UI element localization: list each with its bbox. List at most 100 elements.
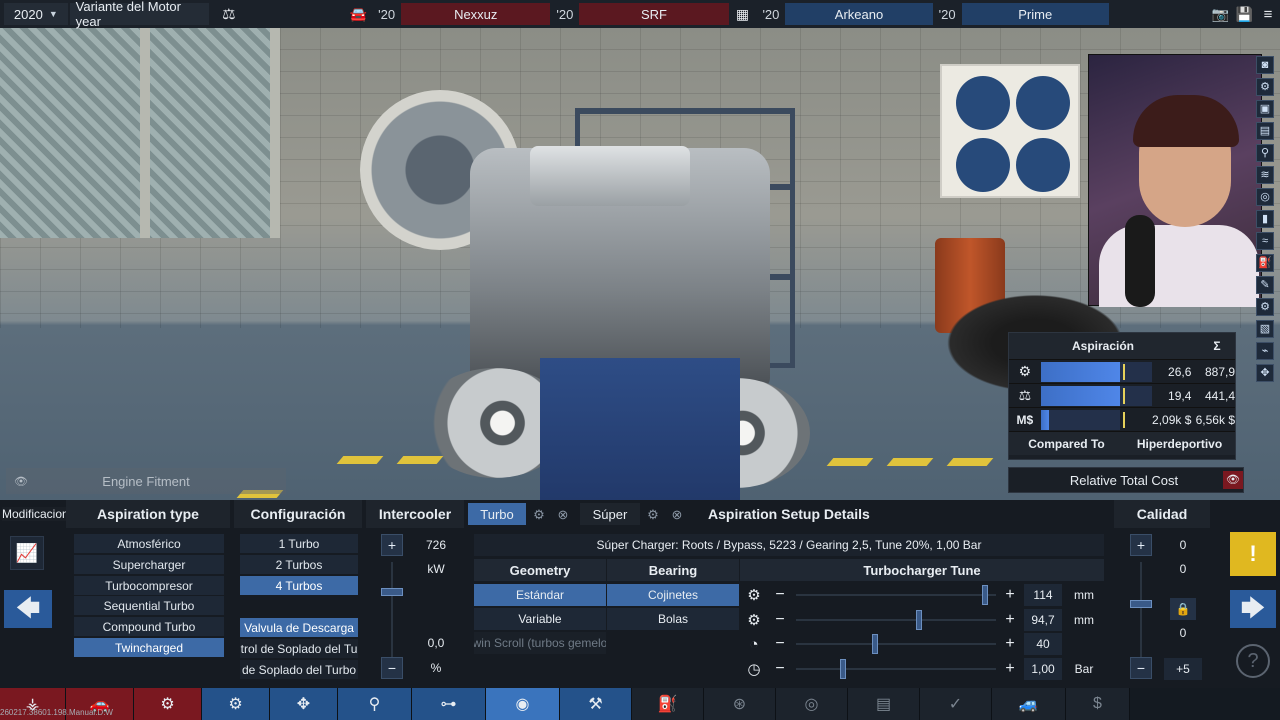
tool-wrench-icon[interactable]: ✎ bbox=[1256, 276, 1274, 294]
aspiration-option[interactable]: Sequential Turbo bbox=[74, 596, 224, 615]
calidad-slider-thumb[interactable] bbox=[1130, 600, 1152, 608]
intercooler-slider-thumb[interactable] bbox=[381, 588, 403, 596]
bearing-option[interactable]: Bolas bbox=[607, 608, 739, 630]
tool-camera-icon[interactable]: ◙ bbox=[1256, 56, 1274, 74]
compared-to-value[interactable]: Hiperdeportivo bbox=[1124, 437, 1235, 451]
aspiration-option[interactable]: Turbocompresor bbox=[74, 576, 224, 595]
eye-icon[interactable]: 👁 bbox=[1223, 471, 1243, 489]
compare-2-name[interactable]: SRF bbox=[579, 3, 729, 25]
tool-spark-icon[interactable]: ⌁ bbox=[1256, 342, 1274, 360]
stat-bar bbox=[1040, 409, 1125, 430]
nav-block-icon[interactable]: ✥ bbox=[270, 688, 338, 720]
tune-slider-track[interactable] bbox=[796, 619, 996, 621]
back-arrow-button[interactable]: 🡄 bbox=[4, 590, 52, 628]
engine-list-icon[interactable]: ▦ bbox=[729, 3, 757, 25]
compare-1-name[interactable]: Nexxuz bbox=[401, 3, 551, 25]
tool-head-icon[interactable]: ▤ bbox=[1256, 122, 1274, 140]
geometry-option-selected[interactable]: Estándar bbox=[474, 584, 606, 606]
nav-car-model-icon[interactable]: 🚙 bbox=[992, 688, 1066, 720]
tune-minus-button[interactable]: − bbox=[770, 658, 790, 680]
save-icon[interactable]: 💾 bbox=[1232, 3, 1256, 25]
aspiration-option-selected[interactable]: Twincharged bbox=[74, 638, 224, 657]
nav-crank-icon[interactable]: ⚲ bbox=[338, 688, 412, 720]
nav-fuel-icon[interactable]: ⚒ bbox=[560, 688, 632, 720]
tab-super[interactable]: Súper bbox=[580, 503, 640, 525]
balance-scale-icon[interactable]: ⚖ bbox=[209, 3, 249, 25]
tune-slider-track[interactable] bbox=[796, 668, 996, 670]
nav-market-icon[interactable]: $ bbox=[1066, 688, 1130, 720]
tool-fuel-icon[interactable]: ⛽ bbox=[1256, 254, 1274, 272]
car-icon[interactable]: 🚘 bbox=[344, 3, 372, 25]
turbo-info-icon[interactable]: ⊗ bbox=[554, 504, 572, 526]
lock-icon[interactable]: 🔒 bbox=[1170, 598, 1196, 620]
aspiration-option[interactable]: Atmosférico bbox=[74, 534, 224, 553]
screenshot-camera-icon[interactable]: 📷 bbox=[1208, 3, 1232, 25]
intercooler-plus-button[interactable]: + bbox=[381, 534, 403, 556]
super-settings-icon[interactable]: ⚙ bbox=[644, 504, 662, 526]
turbo-count-option-selected[interactable]: 4 Turbos bbox=[240, 576, 358, 595]
engine-variant-name[interactable]: Variante del Motor year bbox=[69, 0, 209, 29]
tune-slider-thumb[interactable] bbox=[872, 634, 878, 654]
warning-icon[interactable]: ! bbox=[1230, 532, 1276, 576]
boost-control-option[interactable]: trol de Soplado del Tu bbox=[240, 639, 358, 658]
intercooler-slider-track[interactable] bbox=[391, 562, 393, 658]
tune-plus-button[interactable]: + bbox=[1000, 584, 1020, 606]
nav-valvetrain-icon[interactable]: ⊶ bbox=[412, 688, 486, 720]
next-arrow-button[interactable]: 🡆 bbox=[1230, 590, 1276, 628]
aspiration-option[interactable]: Supercharger bbox=[74, 555, 224, 574]
calidad-minus-button[interactable]: − bbox=[1130, 657, 1152, 679]
tune-minus-button[interactable]: − bbox=[770, 633, 790, 655]
tune-slider-track[interactable] bbox=[796, 643, 996, 645]
tune-minus-button[interactable]: − bbox=[770, 584, 790, 606]
calidad-slider-track[interactable] bbox=[1140, 562, 1142, 658]
tune-slider-thumb[interactable] bbox=[840, 659, 846, 679]
compare-3-name[interactable]: Arkeano bbox=[785, 3, 933, 25]
tune-slider-thumb[interactable] bbox=[916, 610, 922, 630]
tune-plus-button[interactable]: + bbox=[1000, 609, 1020, 631]
menu-icon[interactable]: ≡ bbox=[1256, 3, 1280, 25]
tool-move-icon[interactable]: ✥ bbox=[1256, 364, 1274, 382]
tool-turbo-icon[interactable]: ◎ bbox=[1256, 188, 1274, 206]
tool-block-icon[interactable]: ▣ bbox=[1256, 100, 1274, 118]
tab-turbo[interactable]: Turbo bbox=[468, 503, 526, 525]
engine-fitment-toggle[interactable]: 👁 Engine Fitment bbox=[6, 468, 286, 494]
geometry-option[interactable]: Variable bbox=[474, 608, 606, 630]
tool-piston-icon[interactable]: ▮ bbox=[1256, 210, 1274, 228]
bearing-option-selected[interactable]: Cojinetes bbox=[607, 584, 739, 606]
tune-plus-button[interactable]: + bbox=[1000, 658, 1020, 680]
tune-plus-button[interactable]: + bbox=[1000, 633, 1020, 655]
tool-part-icon[interactable]: ▧ bbox=[1256, 320, 1274, 338]
compare-4-name[interactable]: Prime bbox=[961, 3, 1109, 25]
geometry-option-disabled[interactable]: win Scroll (turbos gemelo bbox=[474, 632, 606, 654]
year-dropdown[interactable]: 2020 ▼ bbox=[4, 3, 68, 25]
super-info-icon[interactable]: ⊗ bbox=[668, 504, 686, 526]
aspiration-option[interactable]: Compound Turbo bbox=[74, 617, 224, 636]
tool-valve-icon[interactable]: ⚲ bbox=[1256, 144, 1274, 162]
nav-chassis-icon[interactable]: ⚙ bbox=[134, 688, 202, 720]
boost-control-option[interactable]: de Soplado del Turbo bbox=[240, 660, 358, 679]
tool-intake-icon[interactable]: ≋ bbox=[1256, 166, 1274, 184]
tool-engine-icon[interactable]: ⚙ bbox=[1256, 78, 1274, 96]
nav-tuning-icon[interactable]: ▤ bbox=[848, 688, 920, 720]
intercooler-minus-button[interactable]: − bbox=[381, 657, 403, 679]
graph-icon[interactable]: 📈 bbox=[10, 536, 44, 570]
turbo-settings-icon[interactable]: ⚙ bbox=[530, 504, 548, 526]
tool-exhaust-icon[interactable]: ≈ bbox=[1256, 232, 1274, 250]
nav-finish-icon[interactable]: ✓ bbox=[920, 688, 992, 720]
nav-engine-icon[interactable]: ⚙ bbox=[202, 688, 270, 720]
calidad-plus-button[interactable]: + bbox=[1130, 534, 1152, 556]
nav-test-icon[interactable]: ◎ bbox=[776, 688, 848, 720]
wastegate-option[interactable]: Valvula de Descarga bbox=[240, 618, 358, 637]
tool-gear-icon[interactable]: ⚙ bbox=[1256, 298, 1274, 316]
relative-total-cost-toggle[interactable]: Relative Total Cost 👁 bbox=[1008, 467, 1244, 493]
tune-slider-track[interactable] bbox=[796, 594, 996, 596]
help-icon[interactable]: ? bbox=[1236, 644, 1270, 678]
tune-slider-thumb[interactable] bbox=[982, 585, 988, 605]
nav-fuel-pump-icon[interactable]: ⛽ bbox=[632, 688, 704, 720]
nav-exhaust-icon[interactable]: ⊛ bbox=[704, 688, 776, 720]
tune-minus-button[interactable]: − bbox=[770, 609, 790, 631]
turbo-count-option[interactable]: 1 Turbo bbox=[240, 534, 358, 553]
nav-turbo-icon[interactable]: ◉ bbox=[486, 688, 560, 720]
turbo-count-option[interactable]: 2 Turbos bbox=[240, 555, 358, 574]
calidad-value: 0 bbox=[1179, 562, 1187, 576]
